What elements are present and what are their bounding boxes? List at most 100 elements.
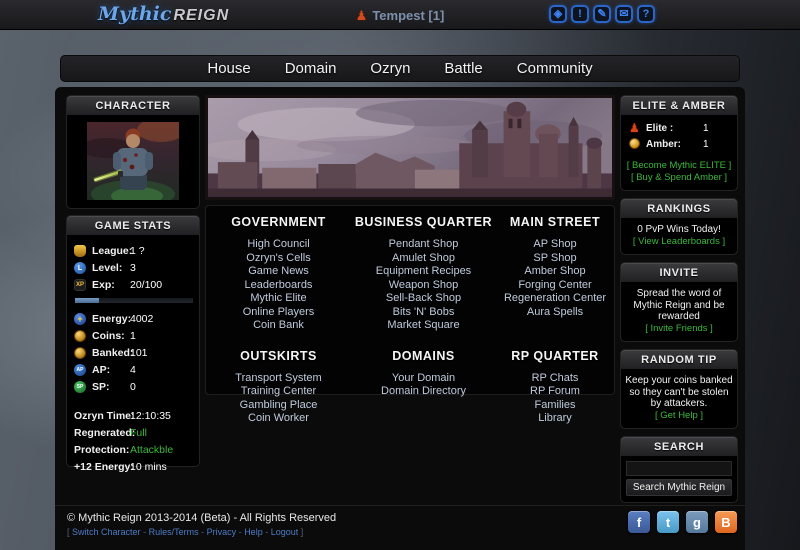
city-link[interactable]: Weapon Shop [351, 279, 496, 293]
nav-community[interactable]: Community [517, 60, 593, 77]
amber-value: 1 [703, 139, 709, 150]
character-avatar[interactable] [87, 122, 179, 200]
logo[interactable]: Mythic REIGN [98, 3, 229, 27]
get-help-link[interactable]: [ Get Help ] [625, 410, 733, 422]
search-button[interactable]: Search Mythic Reign [626, 479, 732, 496]
buy-amber-link[interactable]: [ Buy & Spend Amber ] [625, 172, 733, 184]
city-link[interactable]: Regeneration Center [496, 292, 614, 306]
city-link[interactable]: Pendant Shop [351, 238, 496, 252]
city-link[interactable]: Families [496, 399, 614, 413]
nav-house[interactable]: House [207, 60, 250, 77]
city-link[interactable]: Game News [206, 265, 351, 279]
stat-row-exp: XP Exp: 20/100 [72, 277, 194, 294]
city-link[interactable]: SP Shop [496, 252, 614, 266]
logout-link[interactable]: Logout [271, 527, 299, 537]
help-link[interactable]: Help [244, 527, 263, 537]
city-link[interactable]: Ozryn's Cells [206, 252, 351, 266]
city-link[interactable]: Leaderboards [206, 279, 351, 293]
city-link[interactable]: Coin Worker [206, 412, 351, 426]
twitter-icon[interactable]: t [657, 511, 679, 533]
city-links-grid: GOVERNMENT High Council Ozryn's Cells Ga… [206, 206, 614, 426]
amber-label: Amber: [646, 139, 682, 150]
help-glyph: ? [642, 7, 650, 20]
exp-progress-fill [75, 298, 99, 303]
level-value: 3 [130, 262, 136, 274]
city-link[interactable]: Training Center [206, 385, 351, 399]
mail-icon[interactable]: ✉ [615, 5, 633, 23]
stat-row-level: L Level: 3 [72, 260, 194, 277]
city-link[interactable]: Amber Shop [496, 265, 614, 279]
energy-icon: + [74, 313, 86, 325]
right-sidebar: ELITE & AMBER ♟ Elite : 1 Amber: 1 [ Bec… [620, 95, 738, 503]
section-main-street: MAIN STREET AP Shop SP Shop Amber Shop F… [496, 215, 614, 333]
invite-text: Spread the word of Mythic Reign and be r… [633, 288, 725, 322]
city-link[interactable]: Your Domain [351, 372, 496, 386]
stat-row-sp: SP SP: 0 [72, 379, 194, 396]
notifications-icon[interactable]: ! [571, 5, 589, 23]
energy-value: 4002 [130, 313, 154, 325]
footer-separator: - [265, 527, 269, 537]
ap-icon: AP [74, 364, 86, 376]
alert-gem-icon[interactable]: ◈ [549, 5, 567, 23]
stat-row-regenerated: Regnerated: Full [72, 425, 194, 442]
city-link[interactable]: Domain Directory [351, 385, 496, 399]
city-link[interactable]: Transport System [206, 372, 351, 386]
regenerated-label: Regnerated: [74, 427, 136, 439]
player-status[interactable]: ♟ Tempest [1] [356, 0, 445, 30]
footer-divider [55, 505, 745, 506]
stat-row-banked: Banked: 101 [72, 345, 194, 362]
exp-icon: XP [74, 279, 86, 291]
city-link[interactable]: Online Players [206, 306, 351, 320]
coins-icon [74, 330, 86, 342]
city-link[interactable]: Aura Spells [496, 306, 614, 320]
city-link[interactable]: High Council [206, 238, 351, 252]
rules-terms-link[interactable]: Rules/Terms [149, 527, 199, 537]
player-character-icon: ♟ [355, 7, 368, 23]
city-link[interactable]: Market Square [351, 319, 496, 333]
city-link[interactable]: AP Shop [496, 238, 614, 252]
nav-ozryn[interactable]: Ozryn [370, 60, 410, 77]
become-elite-link[interactable]: [ Become Mythic ELITE ] [625, 160, 733, 172]
random-tip-panel: RANDOM TIP Keep your coins banked so the… [620, 349, 738, 429]
invite-title: INVITE [621, 263, 737, 283]
nav-battle[interactable]: Battle [444, 60, 482, 77]
elite-row: ♟ Elite : 1 [625, 121, 733, 137]
section-title: OUTSKIRTS [240, 348, 317, 363]
city-link[interactable]: Coin Bank [206, 319, 351, 333]
city-links-panel: GOVERNMENT High Council Ozryn's Cells Ga… [205, 205, 615, 424]
city-link[interactable]: Bits 'N' Bobs [351, 306, 496, 320]
help-icon[interactable]: ? [637, 5, 655, 23]
city-link[interactable]: Gambling Place [206, 399, 351, 413]
privacy-link[interactable]: Privacy [207, 527, 237, 537]
league-label: League: [92, 245, 133, 257]
city-link[interactable]: Sell-Back Shop [351, 292, 496, 306]
switch-character-link[interactable]: Switch Character [72, 527, 141, 537]
google-icon[interactable]: g [686, 511, 708, 533]
search-panel: SEARCH Search Mythic Reign [620, 436, 738, 503]
city-link[interactable]: Mythic Elite [206, 292, 351, 306]
search-input[interactable] [626, 461, 732, 476]
city-link[interactable]: Amulet Shop [351, 252, 496, 266]
compose-icon[interactable]: ✎ [593, 5, 611, 23]
bracket-open: [ [67, 527, 70, 537]
pvp-wins-text: 0 PvP Wins Today! [637, 224, 721, 235]
city-link[interactable]: RP Forum [496, 385, 614, 399]
blogger-icon[interactable]: B [715, 511, 737, 533]
city-link[interactable]: Forging Center [496, 279, 614, 293]
regenerated-value: Full [130, 427, 147, 439]
exp-label: Exp: [92, 279, 115, 291]
section-government: GOVERNMENT High Council Ozryn's Cells Ga… [206, 215, 351, 333]
league-value[interactable]: 1 ? [130, 245, 145, 257]
character-panel: CHARACTER [66, 95, 200, 209]
nav-domain[interactable]: Domain [285, 60, 337, 77]
facebook-icon[interactable]: f [628, 511, 650, 533]
rankings-title: RANKINGS [621, 199, 737, 219]
stat-row-energy-timer: +12 Energy: 10 mins [72, 459, 194, 476]
social-icons: f t g B [628, 511, 737, 533]
city-link[interactable]: Equipment Recipes [351, 265, 496, 279]
invite-friends-link[interactable]: [ Invite Friends ] [625, 323, 733, 335]
city-link[interactable]: Library [496, 412, 614, 426]
city-link[interactable]: RP Chats [496, 372, 614, 386]
view-leaderboards-link[interactable]: [ View Leaderboards ] [625, 236, 733, 248]
stat-row-ozryn-time: Ozryn Time: 12:10:35 [72, 408, 194, 425]
